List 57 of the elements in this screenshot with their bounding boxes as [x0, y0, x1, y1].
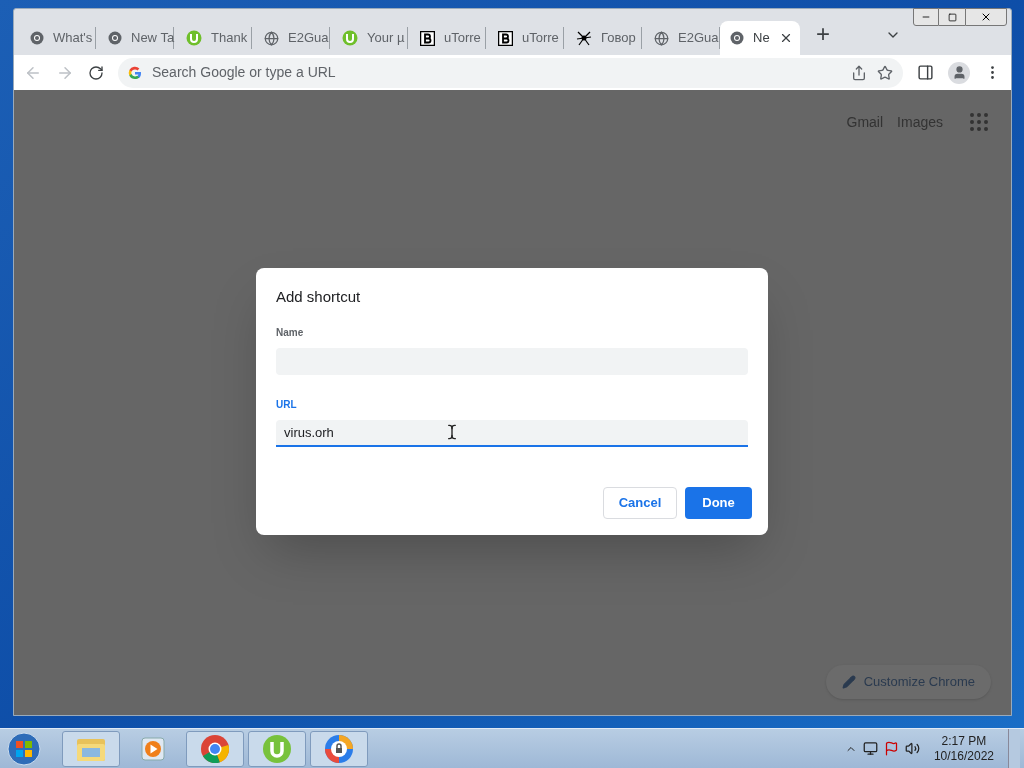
chrome-icon: [730, 31, 744, 45]
chrome-icon: [30, 31, 44, 45]
browser-tab[interactable]: E2Gua: [252, 27, 330, 49]
address-bar[interactable]: Search Google or type a URL: [118, 57, 903, 88]
browser-tab[interactable]: uTorre: [486, 27, 564, 49]
utorrent-icon: [186, 30, 202, 46]
text-field[interactable]: virus.orh: [276, 419, 748, 447]
field-label: Name: [276, 325, 305, 340]
browser-tab[interactable]: Your µ: [330, 27, 408, 49]
utorrent-icon: [342, 30, 358, 46]
taskbar-app-button[interactable]: [62, 730, 120, 767]
globe-icon: [264, 30, 279, 46]
clock[interactable]: 2:17 PM 10/16/2022: [925, 733, 1002, 764]
google-icon: [128, 65, 142, 80]
apps-grid-icon[interactable]: [967, 110, 991, 134]
show-desktop-button[interactable]: [1008, 728, 1020, 768]
taskbar-app-button[interactable]: [248, 730, 306, 767]
action-center-flag-icon[interactable]: [883, 741, 899, 756]
close-button[interactable]: [965, 8, 1007, 26]
browser-tab[interactable]: Ne: [720, 21, 800, 55]
taskbar-app-button[interactable]: [310, 730, 368, 767]
browser-tab[interactable]: What's: [18, 27, 96, 49]
browser-tab[interactable]: Говор: [564, 27, 642, 49]
side-panel-icon[interactable]: [917, 64, 934, 81]
utorrent-icon: [262, 733, 292, 764]
start-button[interactable]: [4, 730, 44, 767]
volume-icon[interactable]: [904, 741, 920, 756]
field-label: URL: [276, 397, 298, 412]
close-icon: [980, 11, 992, 23]
browser-tab[interactable]: uTorre: [408, 27, 486, 49]
chrome-icon: [108, 31, 122, 45]
taskbar-app-button[interactable]: [186, 730, 244, 767]
windows-orb-icon: [7, 731, 41, 766]
browser-tab[interactable]: New Ta: [96, 27, 174, 49]
cancel-button[interactable]: Cancel: [603, 487, 677, 519]
done-button[interactable]: Done: [685, 487, 752, 519]
minimize-button[interactable]: [913, 8, 939, 26]
maximize-button[interactable]: [939, 8, 965, 26]
media-player-icon: [140, 735, 166, 762]
bookmark-star-icon[interactable]: [877, 64, 893, 81]
dialog-title: Add shortcut: [276, 287, 362, 307]
profile-icon[interactable]: [948, 61, 970, 84]
clock-time: 2:17 PM: [941, 733, 987, 749]
pencil-icon: [841, 675, 856, 689]
share-icon[interactable]: [851, 64, 867, 81]
globe-icon: [654, 30, 669, 46]
reload-icon[interactable]: [88, 64, 104, 81]
new-tab-button[interactable]: +: [810, 21, 836, 47]
chrome-icon: [200, 733, 230, 764]
spider-icon: [576, 30, 592, 46]
network-icon[interactable]: [862, 741, 878, 756]
browser-tab[interactable]: Thank: [174, 27, 252, 49]
letter-b-icon: [498, 30, 513, 46]
maximize-icon: [947, 12, 957, 22]
clock-date: 10/16/2022: [933, 748, 994, 764]
letter-b-icon: [420, 30, 435, 46]
browser-icon: [324, 733, 354, 764]
